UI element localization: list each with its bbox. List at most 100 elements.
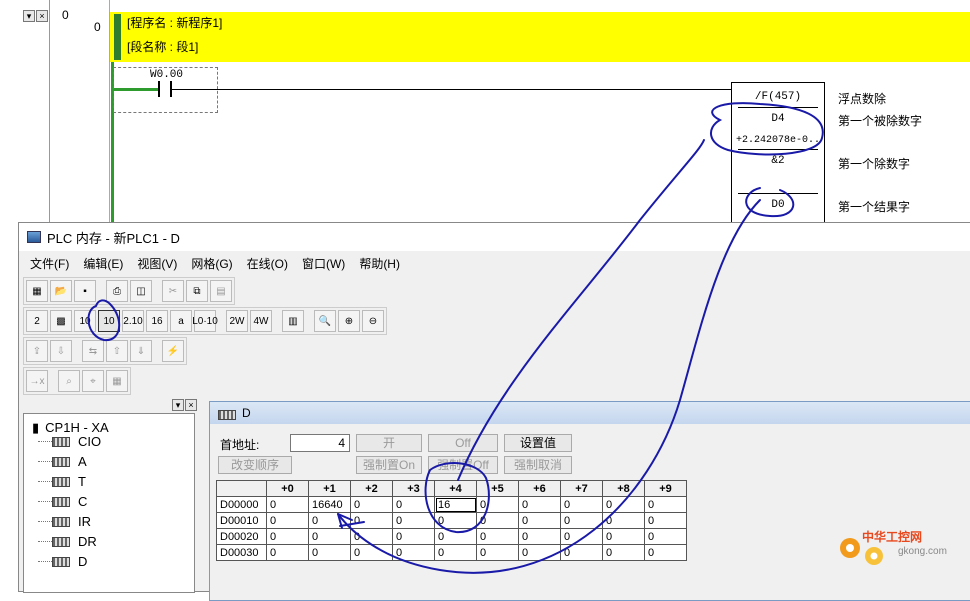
pane-close-icon[interactable]: × xyxy=(36,10,48,22)
memory-cell[interactable]: 0 xyxy=(266,544,309,561)
set-value-button[interactable]: 设置值 xyxy=(504,434,572,452)
search-address-icon[interactable]: ⌕ xyxy=(58,370,80,392)
zoom-in-icon[interactable]: ⊕ xyxy=(338,310,360,332)
menu-window[interactable]: 窗口(W) xyxy=(295,253,352,273)
find-icon[interactable]: ⌖ xyxy=(82,370,104,392)
grid-view-icon[interactable]: ▥ xyxy=(282,310,304,332)
memory-cell[interactable]: 0 xyxy=(476,496,519,513)
memory-cell[interactable]: 0 xyxy=(560,512,603,529)
dotted-decimal-format-icon[interactable]: 2.10 xyxy=(122,310,144,332)
memory-cell[interactable]: 0 xyxy=(350,544,393,561)
rung-header[interactable] xyxy=(110,12,970,62)
memory-cell[interactable]: 0 xyxy=(644,528,687,545)
memory-cell[interactable]: 0 xyxy=(350,512,393,529)
memory-cell[interactable]: 0 xyxy=(602,544,645,561)
memory-cell[interactable]: 0 xyxy=(266,528,309,545)
download-icon[interactable]: ⇓ xyxy=(130,340,152,362)
address-list-icon[interactable]: ▦ xyxy=(106,370,128,392)
plc-memory-window[interactable]: PLC 内存 - 新PLC1 - D 文件(F) 编辑(E) 视图(V) 网格(… xyxy=(18,222,970,601)
new-icon[interactable]: ▦ xyxy=(26,280,48,302)
memory-cell[interactable]: 0 xyxy=(434,528,477,545)
compare-icon[interactable]: ⇆ xyxy=(82,340,104,362)
memory-cell[interactable]: 0 xyxy=(392,544,435,561)
quad-word-icon[interactable]: 4W xyxy=(250,310,272,332)
memory-cell[interactable]: 0 xyxy=(476,528,519,545)
menu-view[interactable]: 视图(V) xyxy=(130,253,184,273)
change-order-button[interactable]: 改变顺序 xyxy=(218,456,292,474)
print-preview-icon[interactable]: ◫ xyxy=(130,280,152,302)
memory-cell[interactable]: 0 xyxy=(560,528,603,545)
menu-help[interactable]: 帮助(H) xyxy=(352,253,407,273)
memory-cell[interactable]: 0 xyxy=(308,544,351,561)
double-word-icon[interactable]: 2W xyxy=(226,310,248,332)
memory-cell[interactable]: 0 xyxy=(560,496,603,513)
upload-icon[interactable]: ⇧ xyxy=(106,340,128,362)
menu-grid[interactable]: 网格(G) xyxy=(184,253,239,273)
decimal-format-icon[interactable]: 10 xyxy=(74,310,96,332)
tree-item-dr[interactable]: DR xyxy=(52,534,97,549)
window-titlebar[interactable]: PLC 内存 - 新PLC1 - D xyxy=(19,223,970,251)
pane-dropdown-icon[interactable]: ▾ xyxy=(23,10,35,22)
tree-item-d[interactable]: D xyxy=(52,554,87,569)
tree-item-ir[interactable]: IR xyxy=(52,514,91,529)
memory-cell[interactable]: 0 xyxy=(392,496,435,513)
memory-cell[interactable]: 0 xyxy=(518,512,561,529)
tree-item-c[interactable]: C xyxy=(52,494,87,509)
memory-cell[interactable]: 0 xyxy=(644,544,687,561)
tree-close-icon[interactable]: × xyxy=(185,399,197,411)
menu-online[interactable]: 在线(O) xyxy=(240,253,295,273)
memory-cell[interactable]: 0 xyxy=(350,496,393,513)
copy-icon[interactable]: ⧉ xyxy=(186,280,208,302)
force-on-button[interactable]: 强制置On xyxy=(356,456,422,474)
d-window-titlebar[interactable]: D xyxy=(210,402,970,424)
memory-cell[interactable]: 16640 xyxy=(308,496,351,513)
memory-cell[interactable]: 0 xyxy=(434,544,477,561)
open-folder-icon[interactable]: 📂 xyxy=(50,280,72,302)
clear-icon[interactable]: →x xyxy=(26,370,48,392)
tree-item-a[interactable]: A xyxy=(52,454,87,469)
memory-cell[interactable]: 0 xyxy=(644,496,687,513)
paste-icon[interactable]: ▤ xyxy=(210,280,232,302)
memory-cell[interactable]: 0 xyxy=(602,528,645,545)
memory-cell[interactable]: 0 xyxy=(308,512,351,529)
memory-cell[interactable]: 0 xyxy=(308,528,351,545)
binary-format-icon[interactable]: 2 xyxy=(26,310,48,332)
monitor-icon[interactable]: ⚡ xyxy=(162,340,184,362)
memory-cell[interactable]: 0 xyxy=(644,512,687,529)
transfer-from-plc-icon[interactable]: ⇩ xyxy=(50,340,72,362)
memory-cell[interactable]: 0 xyxy=(518,544,561,561)
transfer-to-plc-icon[interactable]: ⇪ xyxy=(26,340,48,362)
zoom-out-icon[interactable]: ⊖ xyxy=(362,310,384,332)
print-icon[interactable]: ⎙ xyxy=(106,280,128,302)
tree-dropdown-icon[interactable]: ▾ xyxy=(172,399,184,411)
float-format-icon[interactable]: L0·10 xyxy=(192,310,218,332)
memory-cell[interactable]: 0 xyxy=(392,528,435,545)
memory-cell[interactable]: 0 xyxy=(476,512,519,529)
start-address-input[interactable]: 4 xyxy=(290,434,350,452)
memory-cell[interactable]: 0 xyxy=(350,528,393,545)
memory-cell[interactable]: 0 xyxy=(392,512,435,529)
menu-file[interactable]: 文件(F) xyxy=(23,253,76,273)
save-icon[interactable]: ▪ xyxy=(74,280,96,302)
tree-item-cio[interactable]: CIO xyxy=(52,434,101,449)
zoom-icon[interactable]: 🔍 xyxy=(314,310,336,332)
memory-cell[interactable]: 0 xyxy=(434,512,477,529)
tree-item-t[interactable]: T xyxy=(52,474,86,489)
hex-format-icon[interactable]: 16 xyxy=(146,310,168,332)
no-contact-icon[interactable] xyxy=(158,81,172,97)
bcd-format-icon[interactable]: ▩ xyxy=(50,310,72,332)
cut-icon[interactable]: ✂ xyxy=(162,280,184,302)
memory-cell[interactable]: 0 xyxy=(476,544,519,561)
memory-cell[interactable]: 0 xyxy=(560,544,603,561)
memory-cell-selected[interactable]: 16 xyxy=(434,496,477,513)
memory-cell[interactable]: 0 xyxy=(602,512,645,529)
open-button[interactable]: 开 xyxy=(356,434,422,452)
memory-cell[interactable]: 0 xyxy=(266,496,309,513)
force-off-button[interactable]: 强制置Off xyxy=(428,456,498,474)
memory-cell[interactable]: 0 xyxy=(602,496,645,513)
menu-edit[interactable]: 编辑(E) xyxy=(76,253,130,273)
force-cancel-button[interactable]: 强制取消 xyxy=(504,456,572,474)
memory-cell[interactable]: 0 xyxy=(518,496,561,513)
memory-cell[interactable]: 0 xyxy=(518,528,561,545)
memory-cell[interactable]: 0 xyxy=(266,512,309,529)
